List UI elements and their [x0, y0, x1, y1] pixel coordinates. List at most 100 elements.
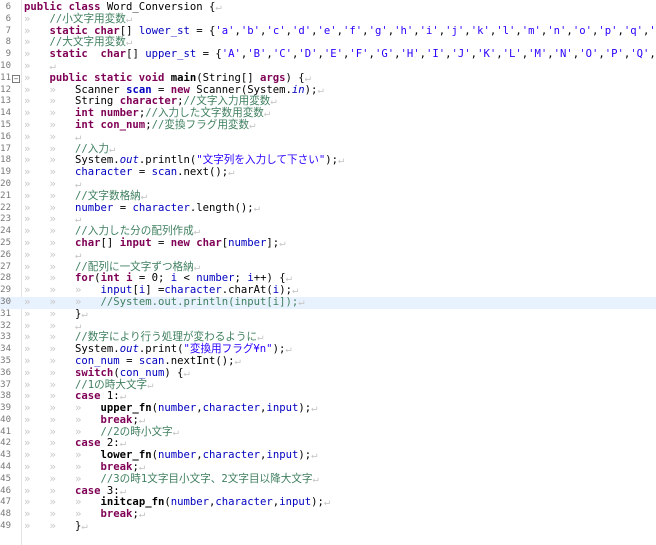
line-number: 23 — [0, 214, 11, 225]
line-number: 14 — [0, 108, 11, 119]
code-token: (String[] — [196, 71, 260, 84]
code-line[interactable]: 15» » int con_num;//変換フラグ用変数↵ — [0, 118, 656, 132]
code-token: » » ↵ — [24, 177, 82, 190]
code-token: ↵ — [81, 520, 88, 533]
code-token: 'B' — [247, 48, 267, 61]
code-token: 'h' — [394, 24, 414, 37]
line-number: 9 — [5, 49, 11, 60]
code-token: ↵ — [285, 272, 292, 285]
code-editor[interactable]: 6 public class Word_Conversion {↵ 6» //小文字… — [0, 0, 656, 545]
code-token: [] — [126, 48, 146, 61]
line-code[interactable]: » » }↵ — [24, 520, 88, 533]
code-line[interactable]: 9 » static char[] upper_st = {'A','B','C'… — [0, 48, 656, 61]
code-token: ↵ — [140, 189, 148, 202]
line-number: 43 — [0, 450, 11, 461]
code-token: = — [151, 83, 171, 96]
code-token: ++) { — [253, 272, 286, 285]
line-number: 16 — [0, 131, 11, 142]
code-token: int con_num — [75, 118, 146, 131]
code-line[interactable]: 22 » » number = character.length();↵ — [0, 201, 656, 215]
code-token: lower_fn — [100, 449, 152, 462]
code-line[interactable]: 19 » » character = scan.next();↵ — [0, 166, 656, 179]
code-token: = — [113, 201, 133, 214]
code-token: ); — [272, 343, 286, 356]
code-token: input — [100, 284, 133, 297]
code-token: » » — [24, 378, 76, 391]
code-token: case — [75, 437, 107, 450]
code-token: out — [119, 154, 139, 167]
code-token: » » — [24, 142, 76, 155]
code-token: 'C' — [272, 48, 292, 61]
code-token: ↵ — [298, 295, 305, 308]
code-token: ↵ — [311, 402, 318, 415]
code-line[interactable]: 30 » » » //System.out.println(input[i]);↵ — [0, 295, 656, 309]
code-token: switch — [75, 366, 114, 379]
line-number: 34 — [0, 344, 11, 355]
code-token: ↵ — [125, 36, 133, 49]
code-token: » — [24, 24, 50, 37]
code-token: con_num — [75, 354, 120, 367]
code-token: 'I' — [426, 48, 446, 61]
code-token: //小文字用変数 — [49, 12, 126, 25]
code-token: 'd' — [291, 24, 312, 37]
code-token: » » — [24, 366, 76, 379]
code-token: input — [266, 449, 299, 462]
code-token: public static void — [49, 71, 171, 84]
code-token: //入力した分の配列作成 — [75, 225, 194, 238]
code-token: public class — [24, 1, 107, 13]
code-token: in — [291, 83, 305, 96]
code-token: scan — [151, 166, 178, 179]
code-token: //数字により行う処理が変わるように — [75, 331, 258, 344]
line-number: 31 — [0, 308, 11, 319]
code-token: » » — [24, 343, 76, 356]
code-lines[interactable]: 6 public class Word_Conversion {↵ 6» //小文字… — [0, 1, 656, 533]
code-token: 'l' — [496, 24, 516, 37]
code-token: ↵ — [311, 449, 318, 462]
code-line[interactable]: 31» » }↵ — [0, 308, 656, 321]
code-token: = — [119, 354, 139, 367]
code-line[interactable]: 25» » char[] input = new char[number];↵ — [0, 237, 656, 250]
code-token: int i — [100, 272, 133, 285]
code-token: ↵ — [119, 390, 127, 403]
code-token: input — [266, 402, 299, 415]
line-number: 46 — [0, 485, 11, 496]
code-token: ); — [311, 496, 324, 509]
code-token: "変換用フラグ¥n" — [183, 343, 273, 356]
code-token: 'J' — [451, 48, 471, 61]
code-token: ) { — [164, 366, 184, 379]
code-token: character — [202, 449, 261, 462]
code-token: » » » — [24, 472, 101, 485]
line-code[interactable]: » static char[] upper_st = {'A','B','C',… — [24, 48, 656, 61]
code-token: .println( — [138, 154, 197, 167]
code-token: character — [119, 95, 178, 108]
code-token: » » ↵ — [24, 130, 82, 143]
code-token: ↵ — [323, 496, 331, 509]
code-token: ↵ — [312, 472, 319, 485]
code-token: ↵ — [215, 1, 222, 13]
code-token: 'g' — [368, 24, 388, 37]
code-token: scan — [138, 354, 165, 367]
line-number: 24 — [0, 226, 11, 237]
code-token: ↵ — [270, 95, 277, 108]
code-line[interactable]: 48» » » break;↵ — [0, 508, 656, 521]
line-number: 29 — [0, 285, 11, 296]
code-token: static char — [49, 48, 127, 61]
code-token: » » — [24, 95, 76, 108]
code-token: » » — [24, 484, 76, 497]
code-token: ↵ — [228, 166, 235, 179]
code-token: String — [75, 95, 120, 108]
code-token: » » — [24, 354, 76, 367]
code-token: = 0; — [132, 272, 171, 285]
code-token: » » » — [24, 402, 101, 415]
code-token: ↵ — [257, 331, 264, 344]
fold-collapse-icon[interactable]: − — [12, 74, 20, 83]
code-token: number — [157, 449, 197, 462]
code-token: » » » — [24, 284, 101, 297]
code-token: = { — [196, 48, 222, 61]
code-line[interactable]: 49 » » }↵ — [0, 520, 656, 533]
code-token: » » — [24, 201, 76, 214]
code-token: //文字入力用変数 — [183, 95, 271, 108]
code-token: » — [24, 48, 50, 61]
code-token: upper_fn — [100, 402, 152, 415]
code-token: 'N' — [553, 48, 573, 61]
